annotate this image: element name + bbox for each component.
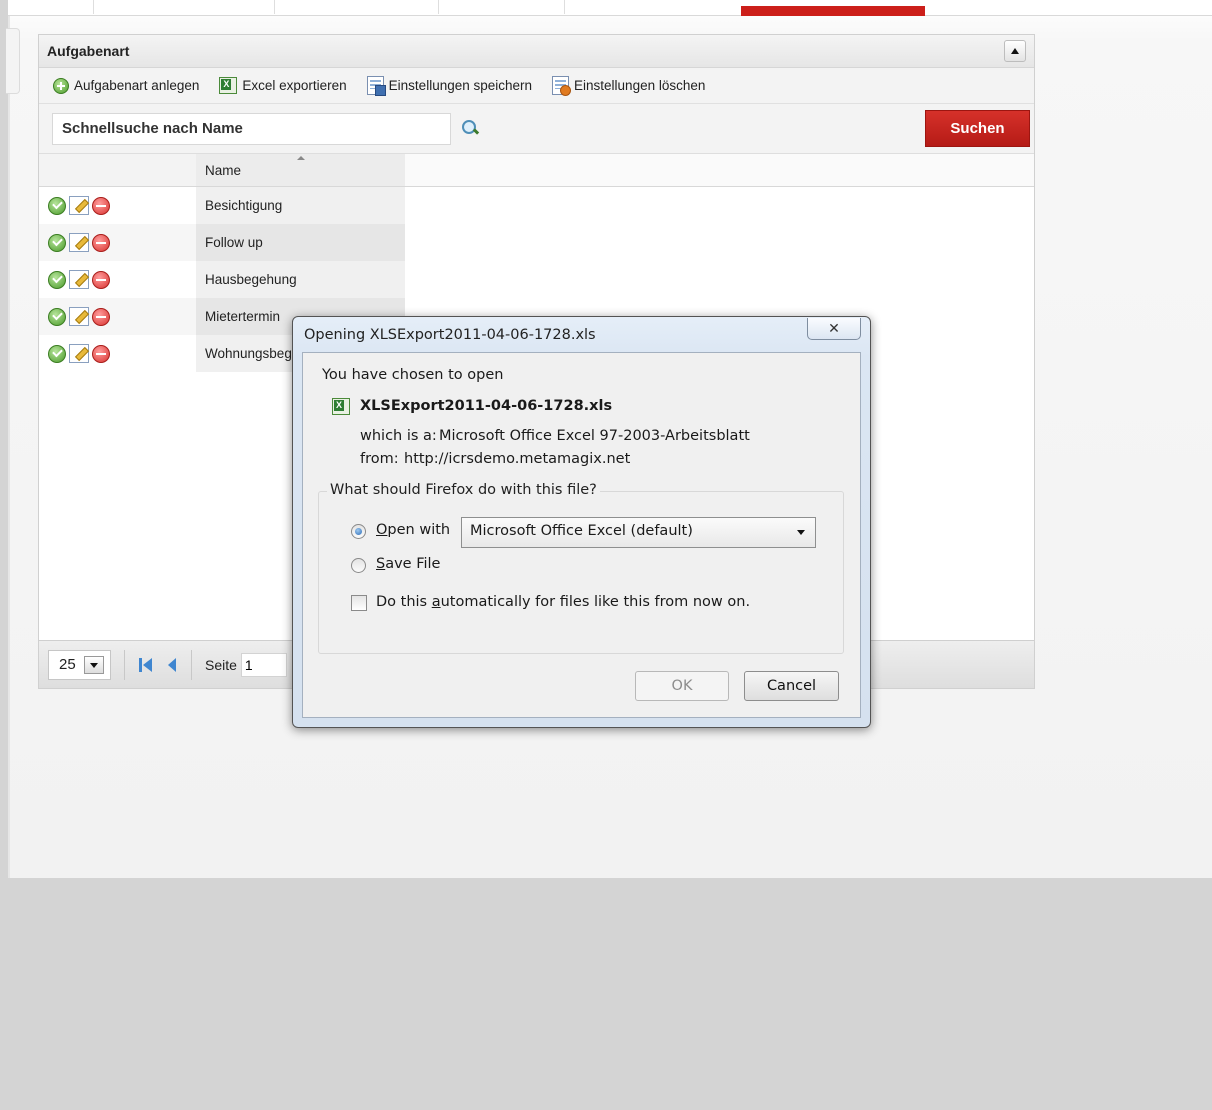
save-file-label[interactable]: Save File (376, 556, 440, 572)
activate-icon[interactable] (48, 307, 66, 326)
activate-icon[interactable] (48, 233, 66, 252)
file-type-label: which is a: (360, 428, 437, 444)
file-name: XLSExport2011-04-06-1728.xls (360, 398, 613, 414)
application-select-value: Microsoft Office Excel (default) (470, 523, 693, 539)
toolbar: Aufgabenart anlegen Excel exportieren Ei… (39, 68, 1034, 104)
previous-page-icon[interactable] (168, 657, 178, 673)
open-with-access-key: O (376, 522, 388, 538)
action-question: What should Firefox do with this file? (327, 482, 600, 498)
sort-ascending-icon (297, 156, 305, 160)
add-task-type-button[interactable]: Aufgabenart anlegen (53, 77, 200, 94)
edit-icon[interactable] (69, 270, 89, 289)
search-row: Suchen (39, 104, 1034, 154)
delete-icon[interactable] (92, 344, 110, 363)
page-size-select[interactable]: 25 (48, 649, 111, 680)
open-with-label-text: pen with (387, 522, 451, 538)
open-with-radio[interactable] (351, 524, 366, 539)
table-row: Follow up (39, 224, 1034, 261)
excel-file-icon (332, 398, 350, 415)
page-label: Seite (205, 656, 237, 673)
activate-icon[interactable] (48, 196, 66, 215)
file-type-value: Microsoft Office Excel 97-2003-Arbeitsbl… (439, 428, 750, 444)
delete-settings-button[interactable]: Einstellungen löschen (552, 76, 706, 96)
auto-label[interactable]: Do this automatically for files like thi… (376, 594, 750, 610)
save-settings-icon (366, 76, 386, 96)
nav-separator (438, 0, 439, 14)
edit-icon[interactable] (69, 307, 89, 326)
action-group: What should Firefox do with this file? O… (318, 482, 844, 654)
activate-icon[interactable] (48, 270, 66, 289)
auto-checkbox[interactable] (351, 595, 367, 611)
open-file-dialog: Opening XLSExport2011-04-06-1728.xls ✕ Y… (292, 316, 871, 728)
table-row: Besichtigung (39, 187, 1034, 224)
row-actions (39, 187, 196, 224)
dialog-content: You have chosen to open XLSExport2011-04… (302, 352, 861, 718)
name-cell[interactable]: Besichtigung (196, 187, 405, 224)
save-file-label-text: ave File (385, 556, 441, 572)
panel-header: Aufgabenart (39, 35, 1034, 68)
edit-icon[interactable] (69, 344, 89, 363)
row-actions (39, 261, 196, 298)
row-actions (39, 335, 196, 372)
delete-icon[interactable] (92, 307, 110, 326)
delete-settings-label: Einstellungen löschen (574, 78, 706, 93)
search-input[interactable] (52, 112, 451, 145)
excel-export-label: Excel exportieren (242, 78, 347, 93)
cancel-button[interactable]: Cancel (744, 671, 839, 701)
add-icon (53, 77, 69, 94)
auto-label-post: utomatically for files like this from no… (440, 594, 751, 610)
dialog-title: Opening XLSExport2011-04-06-1728.xls (304, 327, 596, 343)
application-select[interactable]: Microsoft Office Excel (default) (461, 517, 816, 548)
excel-icon (219, 77, 238, 94)
nav-separator (274, 0, 275, 14)
name-column-label: Name (205, 163, 242, 178)
table-row: Hausbegehung (39, 261, 1034, 298)
save-file-radio[interactable] (351, 558, 366, 573)
delete-settings-icon (552, 76, 572, 96)
delete-icon[interactable] (92, 196, 110, 215)
chevron-down-icon (797, 530, 805, 535)
pager-separator (124, 649, 125, 680)
row-actions (39, 224, 196, 261)
nav-separator (93, 0, 94, 14)
open-with-label[interactable]: Open with (376, 522, 450, 538)
actions-column-header (39, 154, 196, 186)
name-cell[interactable]: Follow up (196, 224, 405, 261)
file-source-value: http://icrsdemo.metamagix.net (404, 451, 631, 467)
top-navigation (8, 0, 1212, 16)
file-source-label: from: (360, 451, 399, 467)
collapse-button[interactable] (1004, 40, 1026, 62)
chevron-down-icon[interactable] (83, 655, 104, 674)
row-actions (39, 298, 196, 335)
save-file-access-key: S (376, 556, 386, 572)
sidebar-toggle[interactable] (6, 28, 20, 94)
panel-title: Aufgabenart (47, 43, 130, 59)
save-settings-label: Einstellungen speichern (388, 78, 533, 93)
grid-header: Name (39, 154, 1034, 187)
auto-access-key: a (431, 594, 441, 610)
close-icon: ✕ (828, 320, 840, 337)
page-number-input[interactable] (240, 652, 287, 677)
delete-icon[interactable] (92, 270, 110, 289)
name-column-header[interactable]: Name (196, 154, 405, 186)
first-page-icon[interactable] (138, 657, 154, 673)
search-icon[interactable] (461, 119, 481, 139)
close-button[interactable]: ✕ (807, 318, 861, 340)
edit-icon[interactable] (69, 196, 89, 215)
auto-label-pre: Do this (376, 594, 432, 610)
nav-active-tab-indicator[interactable] (741, 6, 925, 16)
page-size-value: 25 (59, 656, 76, 673)
nav-separator (564, 0, 565, 14)
pager-separator (191, 649, 192, 680)
search-button[interactable]: Suchen (925, 110, 1030, 147)
activate-icon[interactable] (48, 344, 66, 363)
intro-text: You have chosen to open (322, 367, 504, 383)
edit-icon[interactable] (69, 233, 89, 252)
save-settings-button[interactable]: Einstellungen speichern (366, 76, 533, 96)
ok-button[interactable]: OK (635, 671, 729, 701)
excel-export-button[interactable]: Excel exportieren (219, 77, 347, 94)
delete-icon[interactable] (92, 233, 110, 252)
name-cell[interactable]: Hausbegehung (196, 261, 405, 298)
add-task-type-label: Aufgabenart anlegen (74, 78, 200, 93)
